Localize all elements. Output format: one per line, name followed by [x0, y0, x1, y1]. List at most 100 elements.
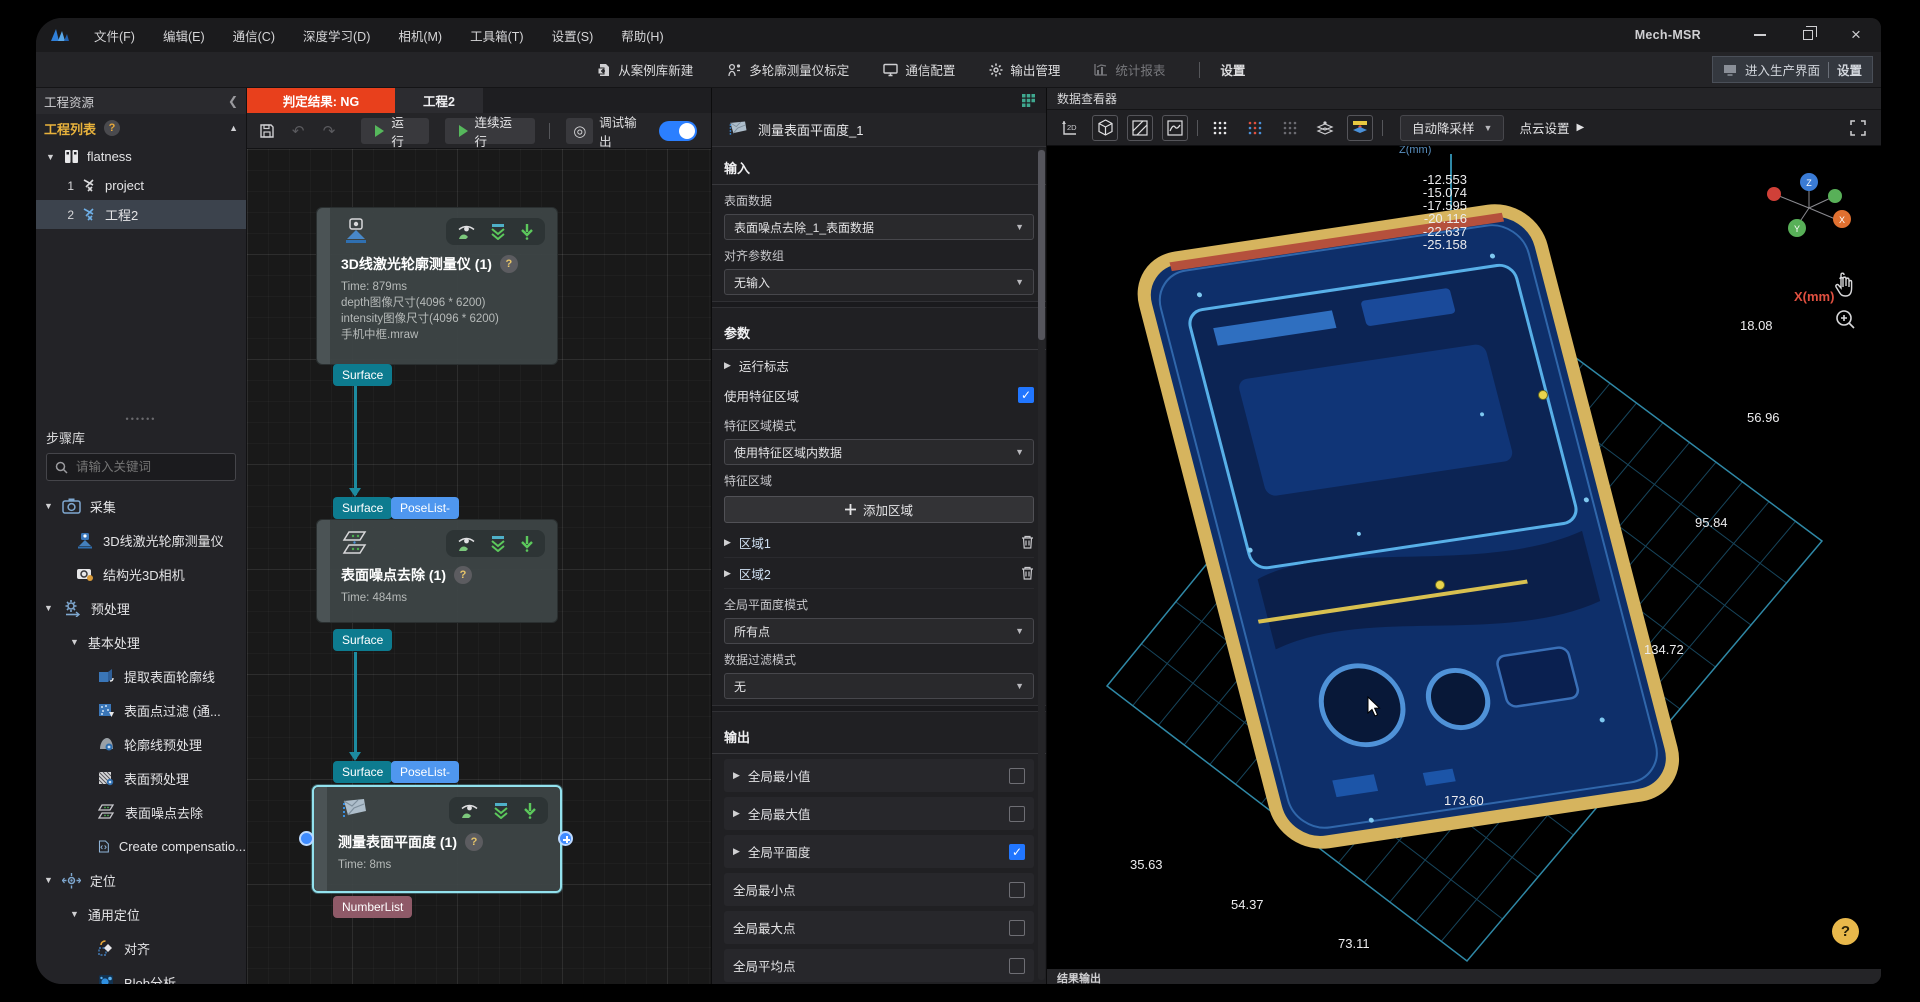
- export-2d-icon[interactable]: 2D: [1057, 115, 1083, 141]
- project-item-gongcheng2[interactable]: 2 工程2: [36, 200, 246, 229]
- global-flatness-mode-select[interactable]: 所有点▼: [724, 618, 1034, 644]
- orientation-gizmo[interactable]: Z Y X: [1767, 173, 1851, 237]
- output-row-global-flatness[interactable]: ▶全局平面度✓: [724, 835, 1034, 868]
- menu-toolbox[interactable]: 工具箱(T): [458, 22, 535, 49]
- step-item-structured-light-camera[interactable]: 结构光3D相机: [36, 557, 246, 591]
- sidebar-collapse-button[interactable]: ❮: [228, 94, 238, 108]
- node-surface-denoise[interactable]: 表面噪点去除 (1) ? Time: 484ms: [316, 519, 558, 623]
- project-item-project[interactable]: 1 project: [36, 171, 246, 200]
- hatch-display-icon[interactable]: [1127, 115, 1153, 141]
- tab-gongcheng2[interactable]: 工程2: [395, 88, 483, 113]
- pan-tool-icon[interactable]: [1836, 273, 1852, 296]
- align-group-select[interactable]: 无输入▼: [724, 269, 1034, 295]
- download-result-icon[interactable]: [520, 223, 534, 240]
- node-right-add-port[interactable]: [558, 831, 573, 846]
- new-from-case-button[interactable]: 从案例库新建: [597, 60, 693, 79]
- collapse-result-icon[interactable]: [489, 223, 507, 240]
- step-group-general-locating[interactable]: ▼ 通用定位: [36, 897, 246, 931]
- menu-communication[interactable]: 通信(C): [221, 22, 287, 49]
- menu-edit[interactable]: 编辑(E): [151, 22, 217, 49]
- view-result-icon[interactable]: [457, 223, 476, 240]
- output-port-surface[interactable]: Surface: [333, 629, 392, 651]
- run-button[interactable]: 运行: [361, 118, 428, 144]
- output-checkbox[interactable]: [1009, 768, 1025, 784]
- add-region-button[interactable]: 添加区域: [724, 496, 1034, 523]
- download-result-icon[interactable]: [520, 535, 534, 552]
- sidebar-split-handle[interactable]: ••••••: [36, 414, 246, 424]
- project-list-help-icon[interactable]: ?: [104, 120, 120, 136]
- point-cloud-scene[interactable]: Z(mm) -12.553 -15.074 -17.595 -20.116 -2…: [1047, 146, 1881, 969]
- step-item-blob-analysis[interactable]: Blob分析: [36, 965, 246, 984]
- step-item-surface-point-filter[interactable]: 表面点过滤 (通...: [36, 693, 246, 727]
- region1-row[interactable]: ▶ 区域1: [724, 527, 1034, 558]
- caret-right-icon[interactable]: ▶: [724, 537, 731, 548]
- point-cloud-colored-icon[interactable]: [1242, 115, 1268, 141]
- step-group-acquisition[interactable]: ▼ 采集: [36, 489, 246, 523]
- output-port-surface[interactable]: Surface: [333, 364, 392, 386]
- output-row-global-max-point[interactable]: 全局最大点: [724, 911, 1034, 944]
- comm-config-button[interactable]: 通信配置: [883, 60, 955, 79]
- undo-button[interactable]: ↶: [286, 119, 311, 143]
- menu-deep-learning[interactable]: 深度学习(D): [291, 22, 382, 49]
- node-measure-flatness[interactable]: 测量表面平面度 (1) ? Time: 8ms: [312, 785, 562, 893]
- output-row-global-min[interactable]: ▶全局最小值: [724, 759, 1034, 792]
- step-group-basic-processing[interactable]: ▼ 基本处理: [36, 625, 246, 659]
- input-port-poselist[interactable]: PoseList-: [391, 497, 459, 519]
- redo-button[interactable]: ↷: [317, 119, 342, 143]
- use-feature-region-checkbox[interactable]: ✓: [1018, 387, 1034, 403]
- cloud-settings-button[interactable]: 点云设置 ▶: [1519, 118, 1584, 137]
- collapse-result-icon[interactable]: [489, 535, 507, 552]
- production-settings-button[interactable]: 设置: [1837, 60, 1862, 79]
- trash-icon[interactable]: [1021, 535, 1034, 549]
- layers-colored-icon[interactable]: [1347, 115, 1373, 141]
- layers-icon[interactable]: [1312, 115, 1338, 141]
- step-group-preprocessing[interactable]: ▼ 预处理: [36, 591, 246, 625]
- panel-layout-icon[interactable]: [1021, 93, 1036, 108]
- stats-report-button[interactable]: 统计报表: [1094, 60, 1165, 79]
- download-result-icon[interactable]: [523, 802, 537, 819]
- expand-viewer-icon[interactable]: [1845, 115, 1871, 141]
- output-row-global-mean-point[interactable]: 全局平均点: [724, 949, 1034, 982]
- minimize-button[interactable]: [1745, 24, 1775, 46]
- collapse-result-icon[interactable]: [492, 802, 510, 819]
- view-result-icon[interactable]: [457, 535, 476, 552]
- trash-icon[interactable]: [1021, 566, 1034, 580]
- data-filter-mode-select[interactable]: 无▼: [724, 673, 1034, 699]
- region2-row[interactable]: ▶ 区域2: [724, 558, 1034, 589]
- view-result-icon[interactable]: [460, 802, 479, 819]
- feature-region-mode-select[interactable]: 使用特征区域内数据▼: [724, 439, 1034, 465]
- node-help-icon[interactable]: ?: [465, 833, 483, 851]
- restore-button[interactable]: [1793, 24, 1823, 46]
- profiler-calibration-button[interactable]: 多轮廓测量仪标定: [727, 60, 849, 79]
- properties-scrollbar[interactable]: [1038, 148, 1045, 980]
- marker-point[interactable]: [1436, 581, 1445, 590]
- node-laser-profiler[interactable]: 3D线激光轮廓测量仪 (1) ? Time: 879ms depth图像尺寸(4…: [316, 207, 558, 365]
- run-continuous-button[interactable]: 连续运行: [445, 118, 536, 144]
- judge-result-tab[interactable]: 判定结果: NG: [247, 88, 395, 113]
- menu-file[interactable]: 文件(F): [82, 22, 147, 49]
- point-cloud-white-icon[interactable]: [1207, 115, 1233, 141]
- step-item-surface-preprocess[interactable]: 表面预处理: [36, 761, 246, 795]
- zoom-tool-icon[interactable]: [1837, 311, 1854, 328]
- output-checkbox[interactable]: [1009, 920, 1025, 936]
- result-output-bar[interactable]: 结果输出: [1047, 969, 1881, 984]
- output-mgmt-button[interactable]: 输出管理: [989, 60, 1060, 79]
- node-help-icon[interactable]: ?: [454, 566, 472, 584]
- output-checkbox[interactable]: [1009, 958, 1025, 974]
- gizmo-neg-axis-ball[interactable]: [1767, 187, 1781, 201]
- save-button[interactable]: [255, 119, 280, 143]
- caret-right-icon[interactable]: ▶: [724, 568, 731, 579]
- project-list-collapse-icon[interactable]: ▲: [229, 123, 238, 133]
- input-port-surface[interactable]: Surface: [333, 497, 392, 519]
- run-flag-row[interactable]: ▶ 运行标志: [724, 350, 1034, 380]
- input-port-surface[interactable]: Surface: [333, 761, 392, 783]
- output-port-numberlist[interactable]: NumberList: [333, 896, 412, 918]
- step-item-profile-preprocess[interactable]: 轮廓线预处理: [36, 727, 246, 761]
- settings-button[interactable]: 设置: [1220, 60, 1245, 79]
- close-button[interactable]: ×: [1841, 24, 1871, 46]
- output-checkbox[interactable]: [1009, 806, 1025, 822]
- step-item-extract-profile[interactable]: 提取表面轮廓线: [36, 659, 246, 693]
- debug-output-toggle[interactable]: [659, 121, 697, 141]
- output-row-global-min-point[interactable]: 全局最小点: [724, 873, 1034, 906]
- menu-help[interactable]: 帮助(H): [609, 22, 675, 49]
